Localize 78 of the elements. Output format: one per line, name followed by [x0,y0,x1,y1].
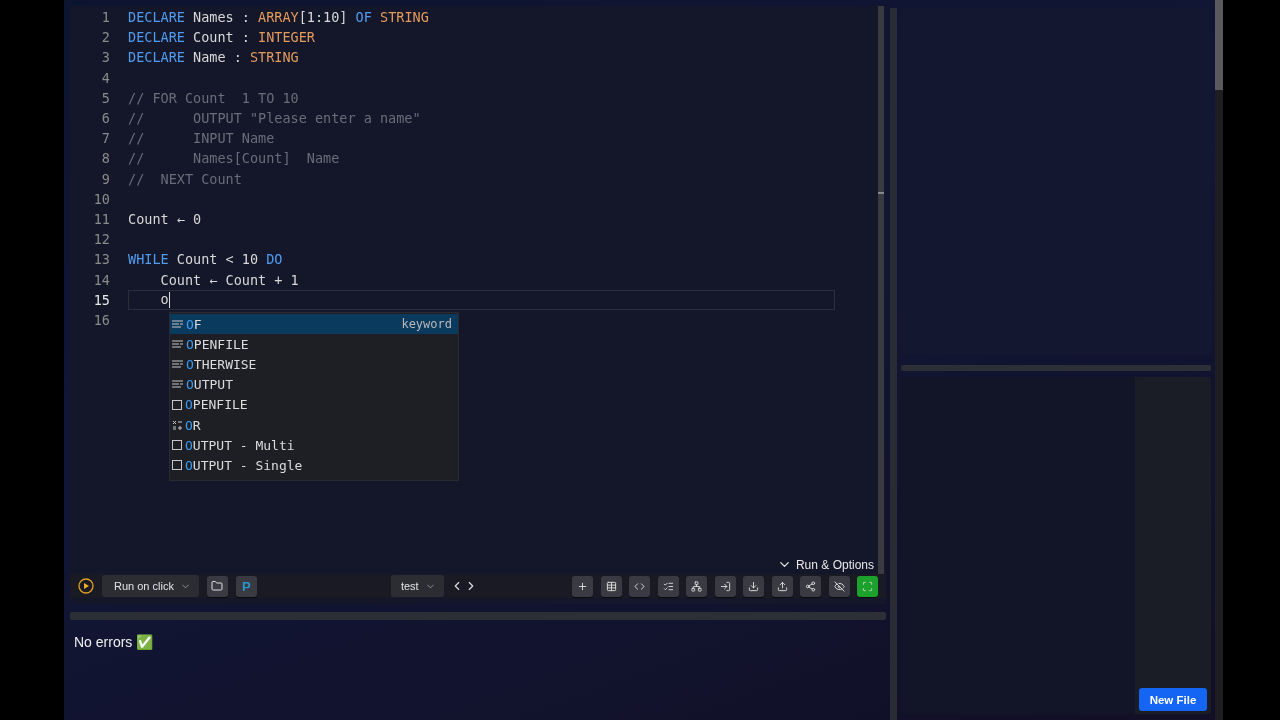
tree-icon [691,580,702,592]
upload-icon [776,580,788,592]
run-mode-dropdown[interactable]: Run on click [102,575,199,597]
play-icon[interactable] [78,578,94,594]
add-icon [577,580,588,592]
keyword-icon [172,339,183,349]
suggestion-item[interactable]: OR [170,414,458,436]
snippet-icon [172,440,182,451]
resize-handle[interactable] [70,612,886,620]
line-number: 4 [100,69,110,86]
fullscreen-icon [862,580,873,592]
code-line: o [159,291,170,309]
snippet-icon [172,399,182,410]
add-button[interactable] [572,575,593,597]
code-line: DECLARE Count : INTEGER [128,29,315,46]
status-message: No errors ✅ [74,634,154,650]
suggestion-item[interactable]: OUTPUT [170,374,458,395]
line-number: 2 [100,29,110,46]
fullscreen-button[interactable] [857,575,878,597]
line-number: 12 [92,231,110,248]
keyword-icon [172,359,183,369]
code-line: Count ← 0 [128,210,202,227]
folder-icon [211,580,224,592]
table-icon [605,580,617,592]
code-line: WHILE Count < 10 DO [128,251,283,268]
eye-off-icon [833,580,845,592]
code-button[interactable] [629,575,650,597]
suggestion-item[interactable]: OTHERWISE [170,354,458,375]
code-line: // OUTPUT "Please enter a name" [128,110,421,127]
table-button[interactable] [600,575,622,597]
upload-button[interactable] [771,575,793,597]
operator-icon [172,420,182,431]
line-number: 11 [92,210,110,227]
code-line: DECLARE Name : STRING [128,49,299,66]
line-number: 9 [100,170,110,187]
line-number: 1 [100,9,110,26]
suggestion-item[interactable]: OF keyword [170,314,458,335]
import-icon [719,580,731,592]
code-line: Count ← Count + 1 [159,271,299,288]
download-icon [748,580,759,592]
suggestion-item[interactable]: OPENFILE [170,394,458,415]
keyword-icon [172,319,183,329]
code-line: // FOR Count 1 TO 10 [128,89,299,106]
code-line: // Names[Count] Name [128,150,340,167]
code-line: DECLARE Names : ARRAY[1:10] OF STRING [128,9,429,26]
import-button[interactable] [714,575,736,597]
tree-button[interactable] [686,575,707,597]
folder-button[interactable] [206,575,228,597]
line-number: 13 [92,251,110,268]
share-button[interactable] [800,575,821,597]
scrollbar[interactable] [878,6,884,574]
file-dropdown[interactable]: test [390,575,444,597]
line-number: 8 [100,150,110,167]
code-line: // NEXT Count [128,170,242,187]
form-button[interactable] [657,575,679,597]
line-number: 3 [100,49,110,66]
line-number: 16 [92,311,110,328]
code-line: // INPUT Name [128,130,275,147]
suggestion-item[interactable]: OPENFILE [170,334,458,355]
line-number: 15 [92,291,110,308]
resize-handle[interactable] [890,8,897,720]
resize-handle[interactable] [901,365,1211,371]
form-icon [662,580,674,592]
keyword-icon [172,380,183,390]
line-number: 14 [92,271,110,288]
line-number: 6 [100,110,110,127]
new-file-button[interactable]: New File [1139,688,1207,711]
scrollbar[interactable] [1215,0,1223,720]
snippet-icon [172,460,182,471]
download-button[interactable] [743,575,764,597]
suggestion-item[interactable]: OUTPUT - Multi [170,435,458,456]
code-icon [634,580,645,592]
eye-off-button[interactable] [828,575,850,597]
suggestion-item[interactable]: OUTPUT - Single [170,455,458,476]
line-number: 5 [100,89,110,106]
share-icon [805,580,816,592]
line-number: 10 [92,190,110,207]
line-number: 7 [100,130,110,147]
